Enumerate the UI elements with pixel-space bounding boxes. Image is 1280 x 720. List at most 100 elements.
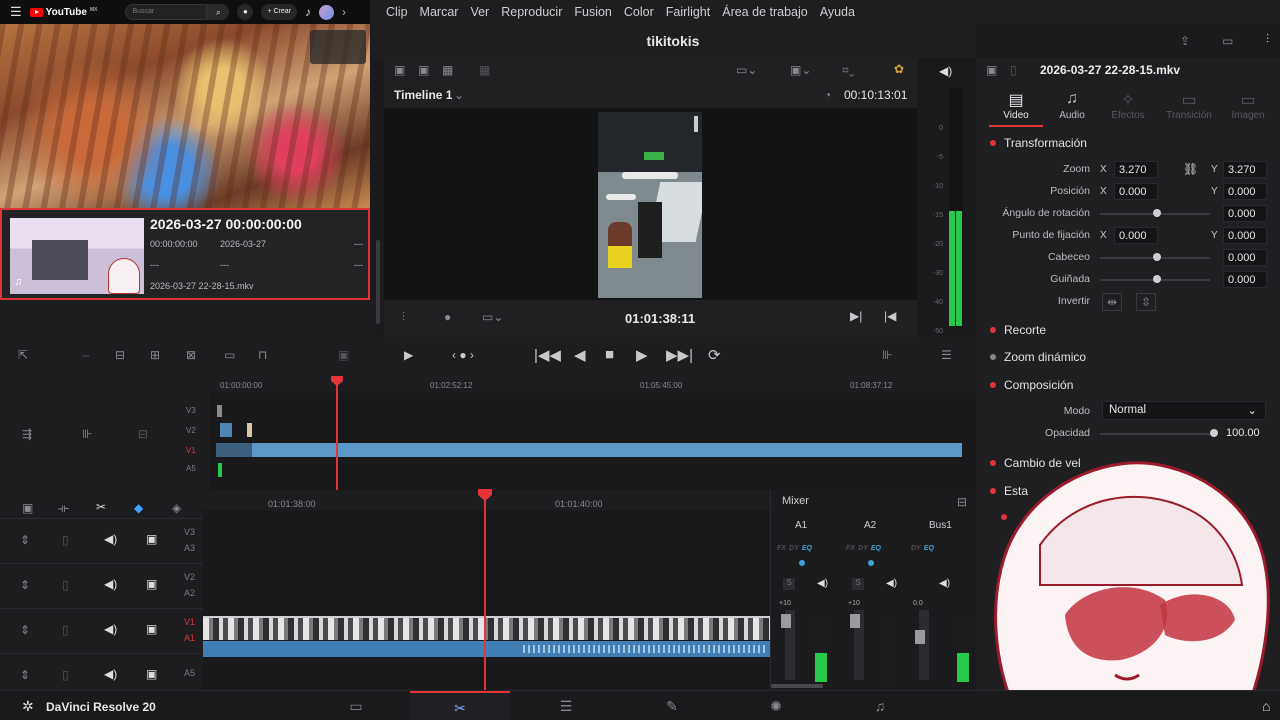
camera-icon[interactable]: ▣⌄ [790,63,811,77]
color-wheel-icon[interactable]: ✿ [894,62,904,76]
tab-video[interactable]: ▤ Video [990,90,1042,121]
lock-icon[interactable]: ▯ [62,623,69,637]
rotation-field[interactable]: 0.000 [1223,205,1267,222]
create-button[interactable]: + Crear [261,4,297,20]
avatar[interactable] [319,4,334,20]
monitor-icon[interactable]: ▣ [146,532,157,546]
anchor-x-field[interactable]: 0.000 [1114,227,1158,244]
zoom-y-field[interactable]: 3.270 [1223,161,1267,178]
position-x-field[interactable]: 0.000 [1114,183,1158,200]
mixer-chip[interactable]: FX [846,545,855,552]
timeline-selector[interactable]: Timeline 1 [394,88,452,102]
upper-tracks[interactable]: V3 V2 V1 A5 [186,393,976,490]
section-transform[interactable]: Transformación [990,136,1087,150]
speaker-icon[interactable]: ◀) [104,667,117,681]
mixer-chip[interactable]: DY [789,545,799,552]
enable-dot-icon[interactable] [990,327,996,333]
enable-dot-icon[interactable] [990,354,996,360]
overwrite-icon[interactable]: ⊞ [150,348,160,362]
mixer-chip[interactable]: EQ [802,545,812,552]
upper-ruler[interactable]: 01:00:00:00 01:02:52:12 01:05:45:00 01:0… [210,375,976,393]
move-icon[interactable]: ⇕ [20,578,30,592]
next-clip-icon[interactable]: ▶| [850,309,862,323]
microphone-icon[interactable]: ● [444,310,451,324]
lower-tracks[interactable] [203,510,770,690]
flip-horizontal-icon[interactable]: ⇹ [1102,293,1123,311]
menu-item-clip[interactable]: Clip [386,5,408,19]
enable-dot-icon[interactable] [990,382,996,388]
mixer-chip[interactable]: EQ [871,545,881,552]
move-icon[interactable]: ⇕ [20,623,30,637]
opacity-field[interactable]: 100.00 [1226,427,1260,439]
transform-icon[interactable]: ⌗⌄ [842,63,854,78]
clip-v3[interactable] [217,405,222,417]
opacity-slider[interactable] [1100,433,1214,435]
menu-item-color[interactable]: Color [624,5,654,19]
position-y-field[interactable]: 0.000 [1223,183,1267,200]
safe-area-icon[interactable]: ▭⌄ [736,63,757,77]
monitor-icon[interactable]: ▣ [146,577,157,591]
speaker-icon[interactable]: ◀) [939,64,952,78]
pan-dot-icon[interactable] [799,560,805,566]
menu-item-fairlight[interactable]: Fairlight [666,5,710,19]
menu-item-ayuda[interactable]: Ayuda [820,5,855,19]
speaker-icon[interactable]: ◀) [104,577,117,591]
lock-icon[interactable]: ▯ [62,578,69,592]
tab-audio[interactable]: ♫ Audio [1046,90,1098,121]
tab-image[interactable]: ▭ Imagen [1222,90,1274,121]
go-to-end-icon[interactable]: ▶▶| [666,346,693,364]
upload-icon[interactable]: ⇪ [1180,34,1190,48]
move-icon[interactable]: ⇕ [20,668,30,682]
tab-transition[interactable]: ▭ Transición [1160,90,1218,121]
opacity-slider-knob[interactable] [1210,429,1218,437]
speaker-icon[interactable]: ◀) [939,578,950,589]
search-icon[interactable]: ⌕ [207,4,230,20]
color-page-icon[interactable]: ✺ [726,691,826,720]
reverse-play-icon[interactable]: ◀ [574,346,586,364]
section-composite[interactable]: Composición [990,378,1073,392]
monitor-icon[interactable]: ▣ [146,667,157,681]
pitch-field[interactable]: 0.000 [1223,249,1267,266]
grid-icon[interactable]: ▦ [442,63,453,77]
fader-knob[interactable] [781,614,791,628]
lower-playhead[interactable] [484,494,486,690]
layout-icon[interactable]: ▣ [418,63,429,77]
clip-a1-audio[interactable] [203,641,770,657]
zoom-detail-icon[interactable]: ⊪ [82,427,92,441]
grid-icon[interactable]: ▦ [479,63,490,77]
chevron-left-icon[interactable]: › [342,5,346,19]
menu-item-fusion[interactable]: Fusion [574,5,612,19]
mixer-chip[interactable]: DY [858,545,868,552]
layout-icon[interactable]: ▣ [394,63,405,77]
channel-fader[interactable] [919,610,929,680]
snapping-icon[interactable]: ▣ [22,501,33,515]
section-crop[interactable]: Recorte [990,323,1046,337]
insert-icon[interactable]: ⊟ [115,348,125,362]
yaw-slider-knob[interactable] [1153,275,1161,283]
play-icon[interactable]: ▶ [636,346,648,364]
solo-button[interactable]: S [852,578,864,590]
section-dynamic-zoom[interactable]: Zoom dinámico [990,350,1086,364]
tab-effects[interactable]: ✧ Efectos [1102,90,1154,121]
previous-clip-icon[interactable]: |◀ [884,309,896,323]
trim-tool-icon[interactable]: ⇔ [80,348,92,362]
monitor-icon[interactable]: ▣ [146,622,157,636]
flip-vertical-icon[interactable]: ⇳ [1136,293,1157,311]
anchor-y-field[interactable]: 0.000 [1223,227,1267,244]
edit-page-icon[interactable]: ☰ [516,691,616,720]
chevron-down-icon[interactable]: ⌄ [454,88,464,102]
loop-icon[interactable]: ⟳ [708,346,721,364]
sliders-icon[interactable]: ⫶ [402,310,405,325]
flag-icon[interactable]: ◈ [172,501,181,515]
home-icon[interactable]: ⌂ [1262,698,1270,714]
split-icon[interactable]: ⟛ [58,501,69,516]
settings-sliders-icon[interactable]: ⫶ [1266,32,1269,47]
mixer-scrollbar[interactable] [771,684,823,688]
clip-v2[interactable] [220,423,232,437]
pitch-slider-knob[interactable] [1153,253,1161,261]
clip-a5[interactable] [218,463,222,477]
marker-icon[interactable]: ◆ [134,501,143,515]
panel-toggle-icon[interactable]: ▯ [1010,63,1017,77]
audio-track-icon[interactable]: ⊪ [882,348,892,362]
speaker-icon[interactable]: ◀) [817,578,828,589]
